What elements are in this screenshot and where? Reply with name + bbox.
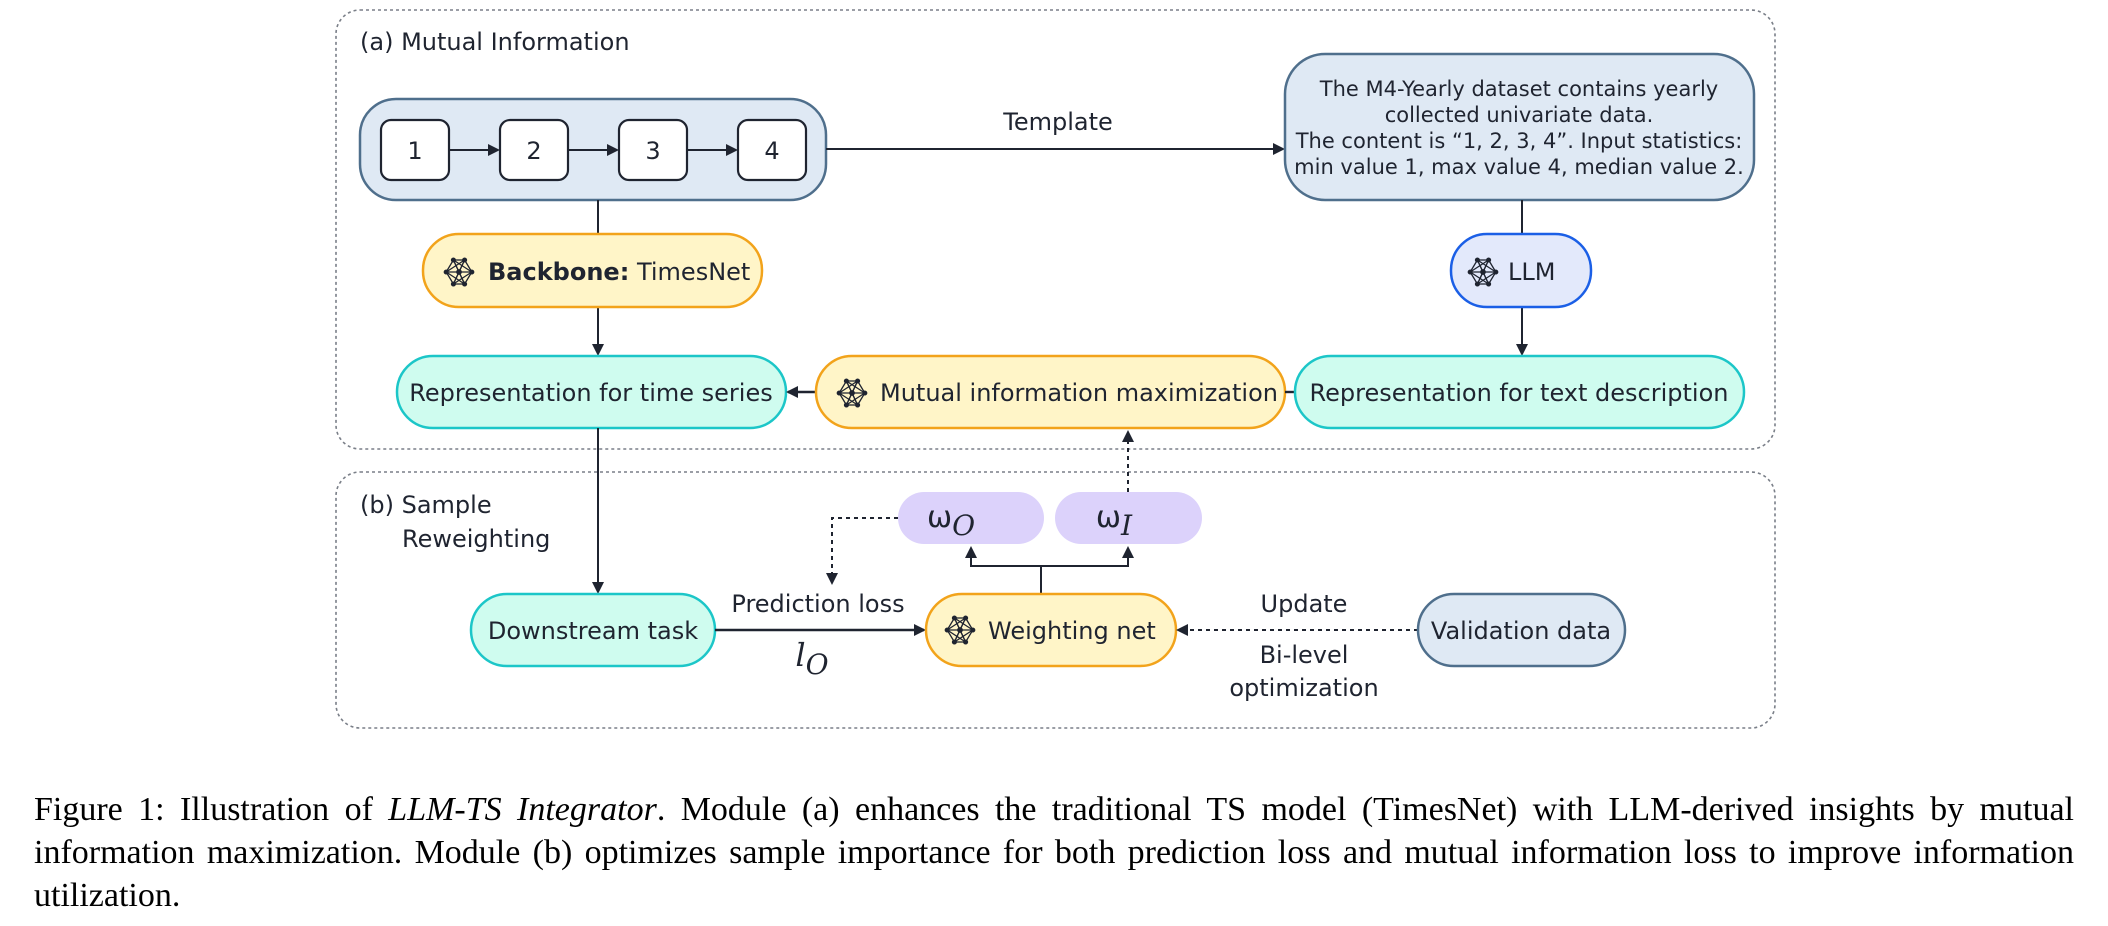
omega-o-node: ωO <box>898 492 1044 544</box>
svg-text:Weighting net: Weighting net <box>988 617 1156 645</box>
downstream-task-node: Downstream task <box>469 592 717 668</box>
update-label: Update <box>1261 590 1348 618</box>
svg-text:2: 2 <box>526 137 541 165</box>
prediction-loss-label: Prediction loss <box>731 590 904 618</box>
backbone-node: Backbone: TimesNet <box>421 232 764 309</box>
repr-time-series-node: Representation for time series <box>395 354 788 430</box>
repr-text-node: Representation for text description <box>1293 354 1746 430</box>
weighting-net-node: Weighting net <box>924 592 1178 668</box>
weighting-fork <box>965 546 1042 594</box>
text-description-box: The M4-Yearly dataset contains yearly co… <box>1283 52 1756 202</box>
bilevel-label-line2: optimization <box>1229 674 1378 702</box>
svg-text:The content is “1, 2, 3, 4”. I: The content is “1, 2, 3, 4”. Input stati… <box>1295 129 1743 153</box>
input-sequence-container: 1 2 3 4 <box>358 97 828 202</box>
caption-italic-title: LLM-TS Integrator <box>388 791 657 828</box>
sequence-item: 1 <box>379 118 451 182</box>
omega-o-to-loss-dashed-arrow <box>826 517 898 585</box>
section-b-title-line2: Reweighting <box>402 525 550 553</box>
svg-text:3: 3 <box>645 137 660 165</box>
backbone-name: TimesNet <box>636 258 750 286</box>
section-b-title-line1: (b) Sample <box>360 491 492 519</box>
sequence-item: 4 <box>736 118 808 182</box>
sequence-item: 2 <box>498 118 570 182</box>
bilevel-label-line1: Bi-level <box>1260 641 1349 669</box>
architecture-diagram: (a) Mutual Information (b) Sample Reweig… <box>335 9 1776 729</box>
svg-text:The M4-Yearly dataset contains: The M4-Yearly dataset contains yearly <box>1319 77 1718 101</box>
svg-text:Backbone: TimesNet: Backbone: TimesNet <box>488 258 750 286</box>
svg-text:collected univariate data.: collected univariate data. <box>1385 103 1654 127</box>
sequence-item: 3 <box>617 118 689 182</box>
svg-text:4: 4 <box>764 137 779 165</box>
svg-text:1: 1 <box>407 137 422 165</box>
validation-data-node: Validation data <box>1416 592 1627 668</box>
backbone-bold-label: Backbone: <box>488 258 629 286</box>
section-a-title: (a) Mutual Information <box>360 28 630 56</box>
loss-symbol: lO <box>795 636 828 681</box>
llm-node: LLM <box>1449 232 1593 309</box>
figure-caption: Figure 1: Illustration of LLM-TS Integra… <box>34 788 2074 917</box>
svg-text:LLM: LLM <box>1508 258 1555 286</box>
svg-text:Downstream task: Downstream task <box>488 617 698 645</box>
omega-i-node: ωI <box>1055 492 1202 544</box>
template-label: Template <box>1002 108 1113 136</box>
svg-text:Representation for time series: Representation for time series <box>409 379 772 407</box>
mi-maximization-node: Mutual information maximization <box>814 354 1287 430</box>
svg-text:min value 1, max value 4, medi: min value 1, max value 4, median value 2… <box>1294 155 1744 179</box>
svg-text:Mutual information maximizatio: Mutual information maximization <box>880 379 1278 407</box>
svg-text:Validation data: Validation data <box>1431 617 1611 645</box>
caption-prefix: Figure 1: Illustration of <box>34 791 389 828</box>
svg-text:Representation for text descri: Representation for text description <box>1310 379 1729 407</box>
weighting-fork <box>1041 546 1134 567</box>
